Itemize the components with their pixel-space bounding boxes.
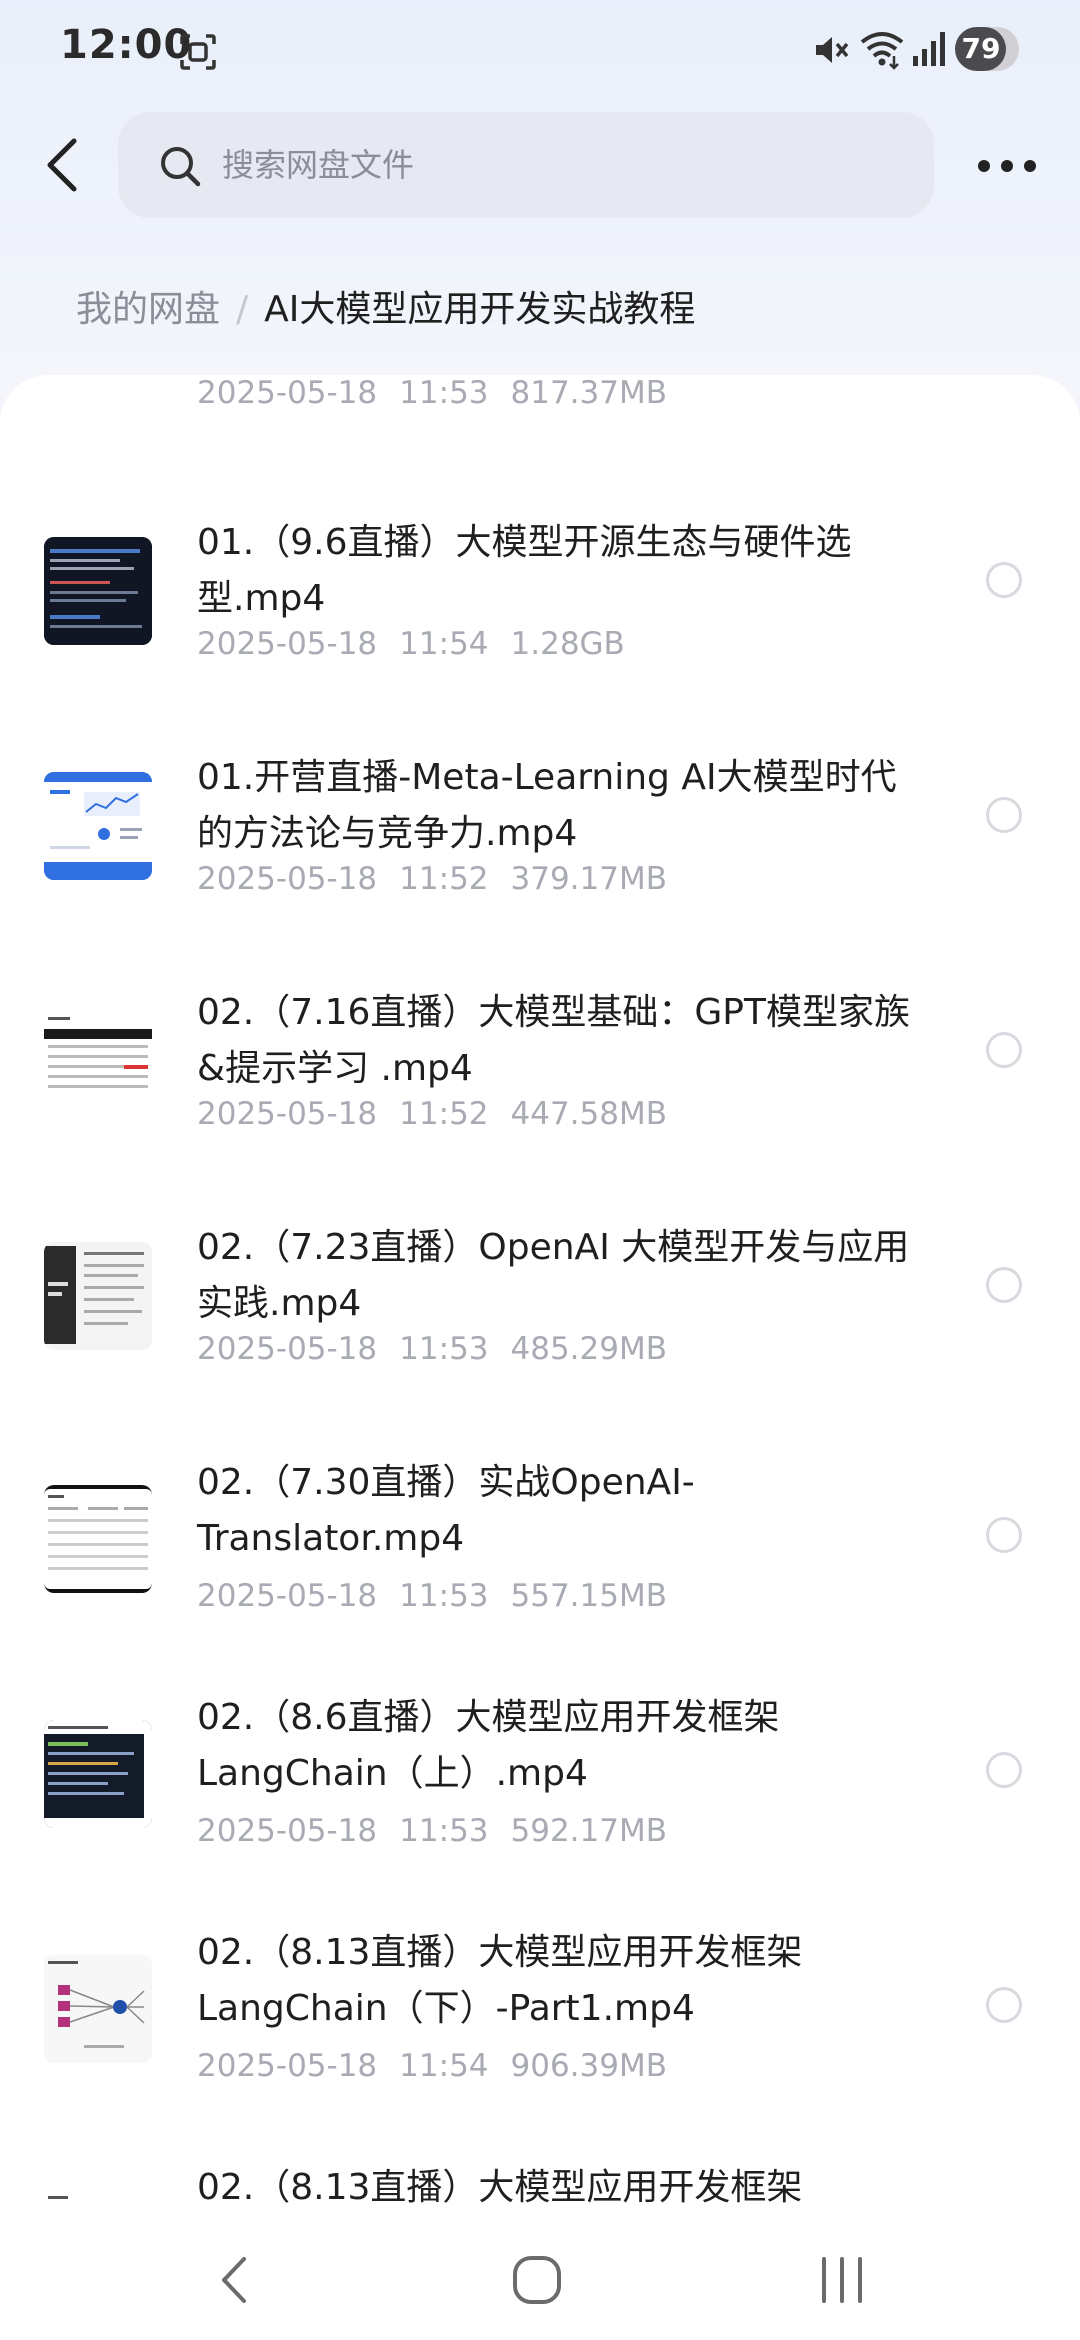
select-radio-icon[interactable] [986,1517,1022,1553]
file-meta: 2025-05-18 11:54 906.39MB [197,2048,667,2084]
file-time: 11:54 [399,626,489,662]
signal-icon [913,32,945,66]
file-date: 2025-05-18 [197,1578,378,1614]
file-size: 447.58MB [510,1096,667,1132]
breadcrumb: 我的网盘 / AI大模型应用开发实战教程 [76,280,695,340]
file-time: 11:53 [399,1331,489,1367]
file-row[interactable]: 02.（7.30直播）实战OpenAI-Translator.mp4 2025-… [0,1420,1080,1650]
video-thumbnail [44,537,152,645]
select-radio-icon[interactable] [986,1987,1022,2023]
file-date: 2025-05-18 [197,861,378,897]
wifi-icon [860,32,904,70]
file-row[interactable]: 02.（7.23直播）OpenAI 大模型开发与应用实践.mp4 2025-05… [0,1185,1080,1415]
file-size: 1.28GB [510,626,625,662]
file-time: 11:53 [399,375,489,411]
video-thumbnail [44,1955,152,2063]
search-input[interactable]: 搜索网盘文件 [118,112,934,218]
file-time: 11:52 [399,861,489,897]
file-meta: 2025-05-18 11:53 485.29MB [197,1331,667,1367]
nav-home-icon[interactable] [510,2253,564,2307]
file-name: 02.（7.30直播）实战OpenAI-Translator.mp4 [197,1462,695,1559]
file-size: 485.29MB [510,1331,667,1367]
system-nav-bar [0,2205,1080,2340]
search-placeholder: 搜索网盘文件 [222,146,415,184]
file-row[interactable]: 01.开营直播-Meta-Learning AI大模型时代的方法论与竞争力.mp… [0,715,1080,945]
file-size: 592.17MB [510,1813,667,1849]
breadcrumb-separator: / [236,289,249,330]
file-size: 906.39MB [510,2048,667,2084]
screenshot-icon [180,34,216,70]
file-meta: 2025-05-18 11:53 592.17MB [197,1813,667,1849]
file-meta: 2025-05-18 11:54 1.28GB [197,626,625,662]
file-row[interactable]: 02.（8.6直播）大模型应用开发框架LangChain（上）.mp4 2025… [0,1655,1080,1885]
select-radio-icon[interactable] [986,562,1022,598]
video-thumbnail [44,772,152,880]
file-name: 02.（8.13直播）大模型应用开发框架LangChain（下）-Part2.m… [197,2167,803,2205]
file-date: 2025-05-18 [197,375,378,411]
video-thumbnail [44,1242,152,1350]
file-size: 557.15MB [510,1578,667,1614]
file-date: 2025-05-18 [197,626,378,662]
select-radio-icon[interactable] [986,797,1022,833]
file-meta: 2025-05-18 11:52 379.17MB [197,861,667,897]
file-name: 02.（7.16直播）大模型基础：GPT模型家族&提示学习 .mp4 [197,992,911,1089]
video-thumbnail [44,1007,152,1115]
file-name: 02.（7.23直播）OpenAI 大模型开发与应用实践.mp4 [197,1227,910,1324]
nav-back-icon[interactable] [214,2253,254,2307]
file-name: 02.（8.13直播）大模型应用开发框架LangChain（下）-Part1.m… [197,1932,803,2029]
file-row[interactable]: 02.（7.16直播）大模型基础：GPT模型家族&提示学习 .mp4 2025-… [0,950,1080,1180]
video-thumbnail [44,2190,152,2205]
select-radio-icon[interactable] [986,1267,1022,1303]
video-thumbnail [44,1485,152,1593]
select-radio-icon[interactable] [986,1752,1022,1788]
file-list[interactable]: 2025-05-18 11:53 817.37MB 01.（9.6直播）大模型开源生… [0,375,1080,2205]
file-time: 11:54 [399,2048,489,2084]
nav-recents-icon[interactable] [818,2253,866,2307]
screen: 12:00 79 搜索网盘文件 我的网盘 / AI大模型应用开发实战教程 202… [0,0,1080,2340]
search-icon [161,147,201,187]
mute-icon [816,37,849,63]
breadcrumb-root[interactable]: 我的网盘 [76,289,220,330]
file-meta: 2025-05-18 11:53 557.15MB [197,1578,667,1614]
battery-level: 79 [961,32,1001,65]
file-row[interactable]: 01.（9.6直播）大模型开源生态与硬件选型.mp4 2025-05-18 11:… [0,480,1080,710]
file-name: 01.（9.6直播）大模型开源生态与硬件选型.mp4 [197,522,852,619]
back-arrow-icon[interactable] [40,135,84,195]
status-bar: 12:00 79 [0,0,1080,100]
file-time: 11:53 [399,1578,489,1614]
breadcrumb-current: AI大模型应用开发实战教程 [264,289,696,330]
file-date: 2025-05-18 [197,1096,378,1132]
file-name: 01.开营直播-Meta-Learning AI大模型时代的方法论与竞争力.mp… [197,757,897,854]
file-date: 2025-05-18 [197,1813,378,1849]
file-size: 817.37MB [510,375,667,411]
battery-indicator: 79 [955,27,1019,71]
file-time: 11:52 [399,1096,489,1132]
file-date: 2025-05-18 [197,2048,378,2084]
file-date: 2025-05-18 [197,1331,378,1367]
file-meta: 2025-05-18 11:52 447.58MB [197,1096,667,1132]
file-row[interactable]: 02.（8.13直播）大模型应用开发框架LangChain（下）-Part2.m… [0,2125,1080,2205]
more-dots-icon[interactable] [976,148,1038,184]
file-meta-partial: 2025-05-18 11:53 817.37MB [197,375,667,411]
file-size: 379.17MB [510,861,667,897]
file-name: 02.（8.6直播）大模型应用开发框架LangChain（上）.mp4 [197,1697,780,1794]
file-row[interactable]: 02.（8.13直播）大模型应用开发框架LangChain（下）-Part1.m… [0,1890,1080,2120]
select-radio-icon[interactable] [986,1032,1022,1068]
video-thumbnail [44,1720,152,1828]
file-time: 11:53 [399,1813,489,1849]
status-time: 12:00 [60,22,193,68]
